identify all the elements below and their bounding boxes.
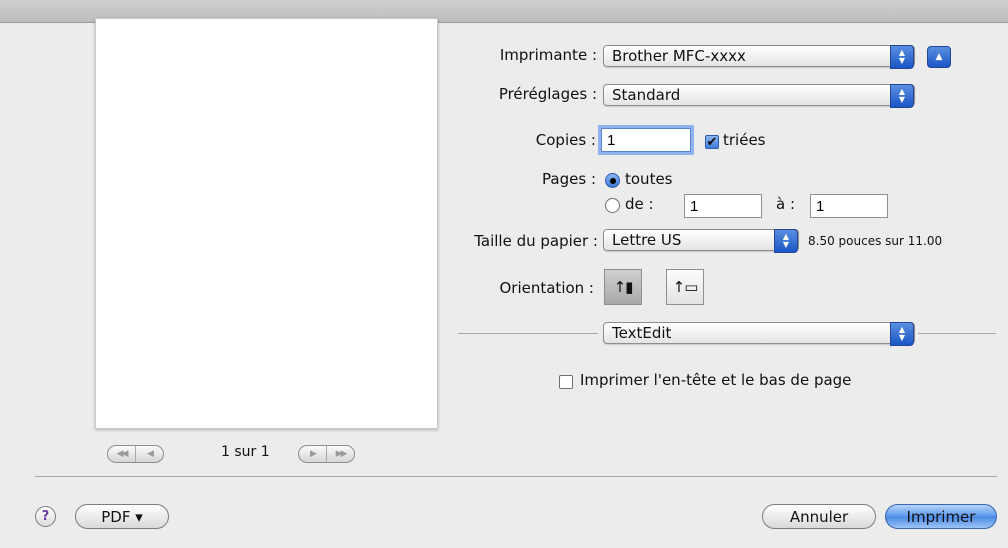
paper-size-label: Taille du papier : [474, 232, 598, 250]
popup-arrows-icon: ▲ ▼ [890, 322, 914, 346]
printer-popup[interactable]: Brother MFC-xxxx ▲ ▼ [603, 45, 915, 69]
expand-dialog-button[interactable]: ▲ [927, 46, 951, 68]
popup-arrows-icon: ▲ ▼ [890, 45, 914, 69]
pages-from-label: de : [625, 195, 654, 213]
presets-label: Préréglages : [498, 85, 597, 103]
section-divider-right [918, 333, 996, 334]
header-footer-checkbox[interactable] [559, 375, 573, 389]
section-popup[interactable]: TextEdit ▲ ▼ [603, 322, 915, 346]
popup-arrows-icon: ▲ ▼ [774, 229, 798, 253]
copies-label: Copies : [535, 131, 596, 149]
first-page-button[interactable]: ◀◀ [108, 446, 135, 462]
printer-label: Imprimante : [499, 46, 597, 64]
page-count: 1 sur 1 [221, 444, 270, 460]
last-page-button[interactable]: ▶▶ [326, 446, 354, 462]
printer-value: Brother MFC-xxxx [612, 47, 746, 65]
help-button[interactable]: ? [35, 506, 56, 527]
collate-checkbox[interactable]: ✔ [705, 135, 719, 150]
pages-all-radio[interactable] [605, 173, 620, 188]
pages-from-field[interactable] [684, 194, 762, 218]
orientation-label: Orientation : [499, 279, 594, 297]
pages-to-label: à : [776, 195, 796, 213]
collate-label: triées [723, 131, 766, 149]
popup-arrows-icon: ▲ ▼ [890, 84, 914, 108]
pages-to-field[interactable] [810, 194, 888, 218]
header-footer-label: Imprimer l'en-tête et le bas de page [580, 371, 852, 389]
presets-value: Standard [612, 86, 681, 104]
landscape-orientation-icon[interactable]: ↑▭ [666, 269, 704, 305]
footer-divider [35, 476, 997, 477]
page-preview [95, 18, 438, 429]
previous-page-button[interactable]: ◀ [135, 446, 163, 462]
copies-field[interactable] [601, 128, 691, 152]
pages-all-label: toutes [625, 170, 673, 188]
section-divider-left [458, 333, 598, 334]
section-value: TextEdit [612, 324, 672, 342]
cancel-button[interactable]: Annuler [762, 504, 876, 529]
next-page-button[interactable]: ▶ [299, 446, 326, 462]
print-button[interactable]: Imprimer [885, 504, 997, 529]
presets-popup[interactable]: Standard ▲ ▼ [603, 84, 915, 108]
paper-dimensions: 8.50 pouces sur 11.00 [808, 234, 943, 248]
pages-range-radio[interactable] [605, 198, 620, 213]
paper-size-value: Lettre US [612, 231, 682, 249]
portrait-orientation-icon[interactable]: ↑▮ [604, 269, 642, 305]
pages-label: Pages : [542, 170, 596, 188]
paper-size-popup[interactable]: Lettre US ▲ ▼ [603, 229, 799, 253]
pdf-button[interactable]: PDF ▾ [75, 504, 169, 529]
preview-nav-forward-group: ▶ ▶▶ [298, 445, 355, 463]
preview-nav-back-group: ◀◀ ◀ [107, 445, 164, 463]
